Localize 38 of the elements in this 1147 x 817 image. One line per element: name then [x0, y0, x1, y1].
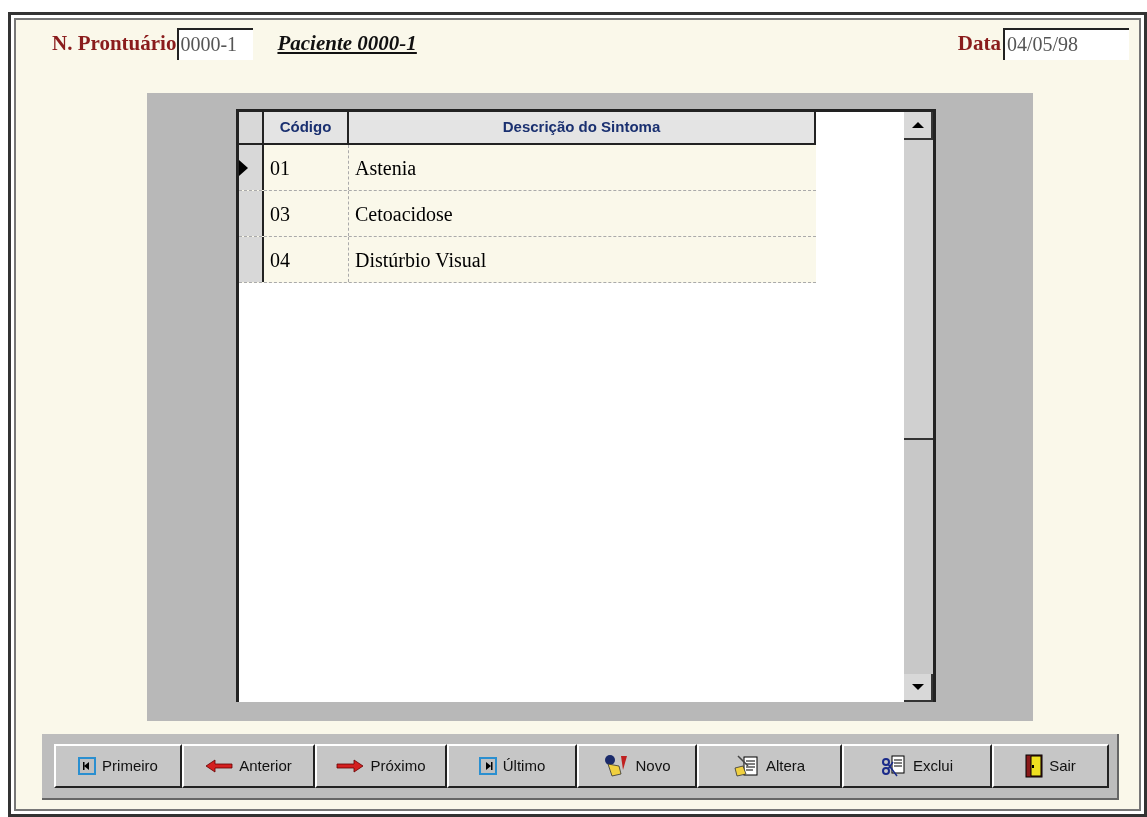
column-header[interactable]: Descrição do Sintoma: [349, 112, 814, 143]
toolbar-button[interactable]: Próximo: [315, 744, 447, 788]
scroll-thumb[interactable]: [904, 140, 933, 440]
down-arrow-icon: [911, 684, 924, 690]
date-field[interactable]: 04/05/98: [1003, 28, 1129, 60]
table-cell-text: Cetoacidose: [354, 201, 454, 227]
table-cell-text: Distúrbio Visual: [354, 247, 488, 273]
scroll-down-button[interactable]: [904, 674, 933, 702]
toolbar-button[interactable]: Exclui: [842, 744, 992, 788]
up-arrow-icon: [911, 122, 924, 128]
table-cell: 01: [264, 145, 349, 190]
right-arrow-icon: [336, 759, 365, 773]
record-field[interactable]: 0000-1: [177, 28, 254, 60]
door-icon: [1025, 754, 1044, 778]
record-label: N. Prontuário: [52, 30, 177, 58]
toolbar-button[interactable]: Novo: [577, 744, 697, 788]
toolbar-button[interactable]: Altera: [697, 744, 842, 788]
column-header[interactable]: Código: [264, 112, 349, 143]
table-cell: 04: [264, 237, 349, 282]
toolbar-button[interactable]: Sair: [992, 744, 1109, 788]
row-selector[interactable]: [239, 237, 264, 282]
table-cell: 03: [264, 191, 349, 236]
scissors-document-icon: [881, 754, 907, 778]
document-edit-icon: [733, 754, 760, 778]
patient-title: Paciente 0000-1: [277, 30, 417, 58]
left-arrow-icon: [205, 759, 234, 773]
date-label: Data: [957, 30, 1001, 58]
row-selector[interactable]: [239, 145, 264, 190]
skip-forward-icon: [478, 757, 497, 775]
toolbar-button[interactable]: Anterior: [182, 744, 315, 788]
current-row-icon: [239, 159, 248, 176]
toolbar-button[interactable]: Último: [447, 744, 577, 788]
row-selector[interactable]: [239, 191, 264, 236]
toolbar-button[interactable]: Primeiro: [54, 744, 182, 788]
vertical-scrollbar[interactable]: [904, 112, 936, 702]
scroll-up-button[interactable]: [904, 112, 933, 140]
skip-back-icon: [78, 757, 97, 775]
table-cell-text: Astenia: [354, 155, 418, 181]
